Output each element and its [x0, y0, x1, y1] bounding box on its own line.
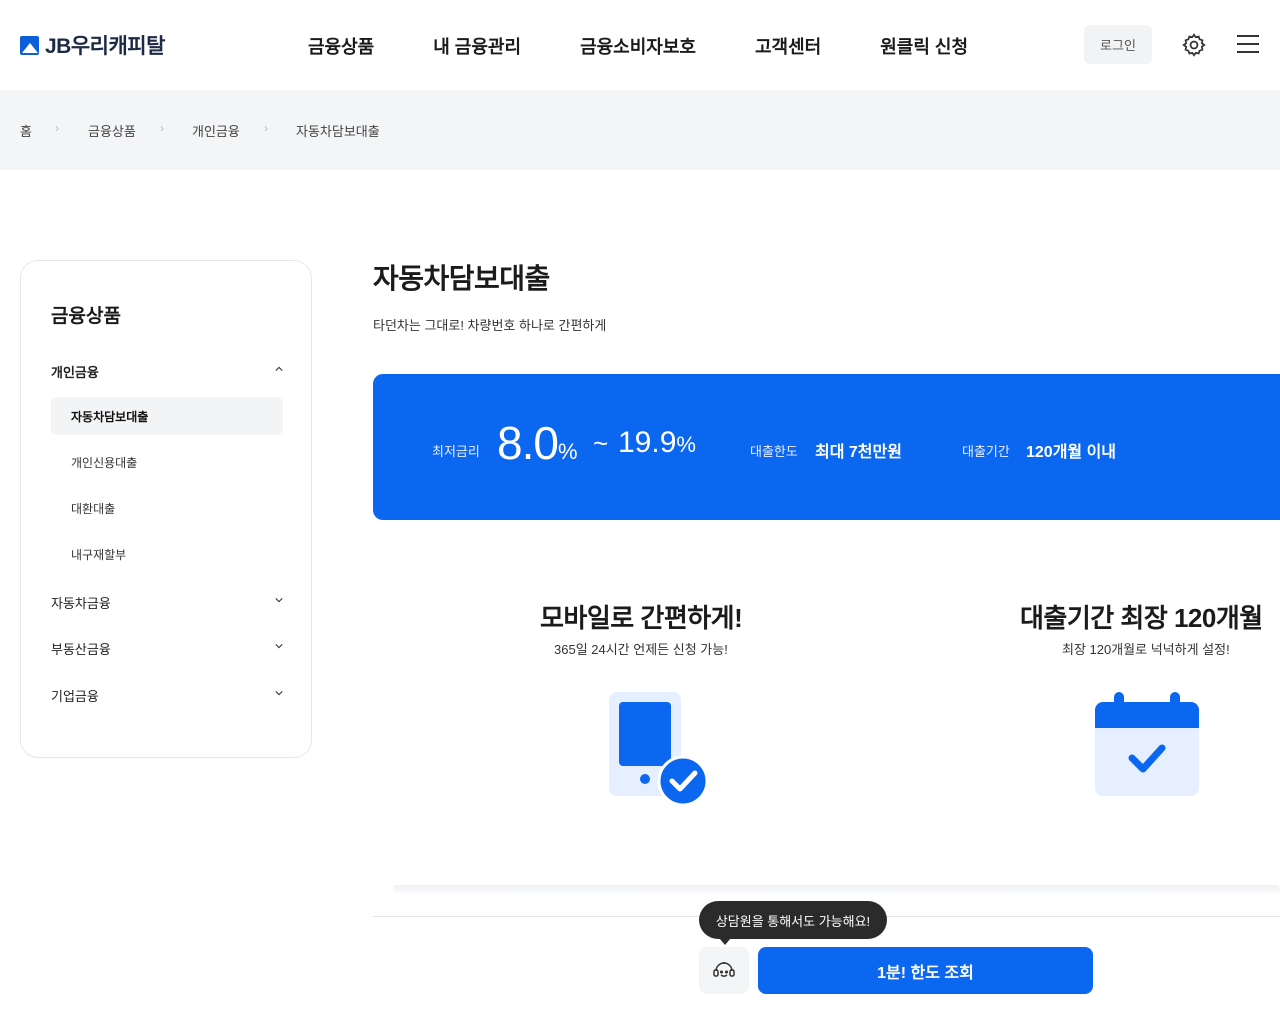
breadcrumb-separator-icon: › [160, 121, 164, 135]
breadcrumb-home[interactable]: 홈 [20, 121, 32, 140]
limit-value: 최대 7천만원 [815, 444, 902, 461]
side-item-personal-credit-loan[interactable]: 개인신용대출 [51, 443, 283, 481]
nav-item-customer-center[interactable]: 고객센터 [755, 33, 821, 59]
breadcrumb-personal[interactable]: 개인금융 [192, 121, 240, 140]
side-group-personal[interactable]: 개인금융 [51, 362, 283, 381]
mobile-check-icon [609, 692, 709, 807]
side-group-label: 자동차금융 [51, 596, 111, 611]
nav-item-products[interactable]: 금융상품 [308, 33, 374, 59]
main-nav: 금융상품 내 금융관리 금융소비자보호 고객센터 원클릭 신청 [308, 33, 1027, 59]
period-value: 120개월 이내 [1026, 444, 1117, 461]
breadcrumb-separator-icon: › [264, 121, 268, 135]
gear-icon[interactable] [1181, 32, 1207, 58]
page-subtitle: 타던차는 그대로! 차량번호 하나로 간편하게 [373, 318, 607, 333]
headset-icon [713, 961, 735, 977]
chevron-up-icon [275, 366, 283, 371]
limit-check-button[interactable]: 1분! 한도 조회 [758, 947, 1093, 994]
rate-max: 19.9% [618, 426, 696, 459]
side-item-auto-secured-loan[interactable]: 자동차담보대출 [51, 397, 283, 435]
limit-label: 대출한도 [750, 444, 798, 459]
logo-mark-icon [20, 35, 39, 55]
rate-tilde: ~ [593, 428, 609, 458]
side-group-auto-finance[interactable]: 자동차금융 [51, 593, 283, 612]
side-item-durable-installment[interactable]: 내구재할부 [51, 535, 283, 573]
nav-item-my-finance[interactable]: 내 금융관리 [433, 33, 521, 59]
rate-banner: 최저금리 8.0% ~ 19.9% 대출한도 최대 7천만원 대출기간 120개… [373, 374, 1280, 520]
breadcrumb-products[interactable]: 금융상품 [88, 121, 136, 140]
side-item-refinance-loan[interactable]: 대환대출 [51, 489, 283, 527]
chevron-down-icon [275, 598, 283, 603]
side-menu: 금융상품 개인금융 자동차담보대출 개인신용대출 대환대출 내구재할부 자동차금… [20, 260, 312, 758]
feature-period-desc: 최장 120개월로 넉넉하게 설정! [1062, 642, 1230, 657]
logo-text: JB우리캐피탈 [45, 35, 165, 58]
nav-item-consumer-protection[interactable]: 금융소비자보호 [580, 33, 696, 59]
counsel-button[interactable] [699, 947, 749, 994]
logo[interactable]: JB우리캐피탈 [20, 30, 165, 60]
side-group-real-estate[interactable]: 부동산금융 [51, 639, 283, 658]
page-title: 자동차담보대출 [373, 263, 550, 294]
breadcrumb-current: 자동차담보대출 [296, 124, 380, 139]
feature-mobile-desc: 365일 24시간 언제든 신청 가능! [554, 642, 728, 657]
site-header: JB우리캐피탈 금융상품 내 금융관리 금융소비자보호 고객센터 원클릭 신청 … [0, 0, 1280, 90]
feature-period-title: 대출기간 최장 120개월 [1020, 603, 1263, 633]
breadcrumb: 홈 › 금융상품 › 개인금융 › 자동차담보대출 [0, 90, 1280, 170]
side-group-label: 부동산금융 [51, 642, 111, 657]
period-label: 대출기간 [962, 444, 1010, 459]
calendar-check-icon [1095, 692, 1199, 796]
menu-icon[interactable] [1237, 35, 1259, 55]
side-group-label: 기업금융 [51, 689, 99, 704]
chevron-down-icon [275, 644, 283, 649]
feature-mobile-title: 모바일로 간편하게! [540, 603, 743, 633]
chevron-down-icon [275, 691, 283, 696]
login-button[interactable]: 로그인 [1084, 25, 1152, 64]
counsel-tooltip: 상담원을 통해서도 가능해요! [699, 901, 887, 945]
side-menu-title: 금융상품 [51, 306, 121, 327]
rate-min: 8.0% [497, 417, 577, 469]
breadcrumb-separator-icon: › [55, 121, 59, 135]
rate-label: 최저금리 [432, 444, 480, 459]
nav-item-one-click[interactable]: 원클릭 신청 [880, 33, 968, 59]
side-group-corporate[interactable]: 기업금융 [51, 686, 283, 705]
side-group-label: 개인금융 [51, 365, 99, 380]
section-shadow [393, 885, 1280, 893]
